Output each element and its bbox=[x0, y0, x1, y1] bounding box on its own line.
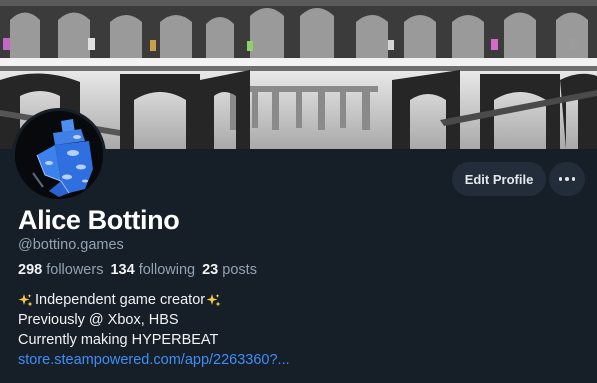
followers-label: followers bbox=[46, 262, 104, 278]
posts-label: posts bbox=[222, 262, 257, 278]
profile-handle: @bottino.games bbox=[18, 237, 124, 253]
bio-link[interactable]: store.steampowered.com/app/2263360?... bbox=[18, 350, 290, 370]
avatar[interactable] bbox=[12, 108, 106, 202]
display-name: Alice Bottino bbox=[18, 205, 180, 235]
bio-text-line-1: Independent game creator bbox=[35, 292, 206, 308]
sparkles-icon bbox=[18, 293, 33, 308]
sparkles-icon bbox=[206, 293, 221, 308]
more-options-button[interactable] bbox=[549, 162, 585, 196]
profile-stats: 298 followers 134 following 23 posts bbox=[18, 262, 257, 278]
following-count: 134 bbox=[110, 262, 135, 278]
followers-count: 298 bbox=[18, 262, 43, 278]
posts-count: 23 bbox=[202, 262, 219, 278]
bio-line-1: Independent game creator bbox=[18, 290, 290, 310]
following-stat[interactable]: 134 following bbox=[110, 262, 195, 278]
profile-bio: Independent game creator Previously @ Xb… bbox=[18, 290, 290, 370]
edit-profile-button[interactable]: Edit Profile bbox=[452, 162, 546, 196]
followers-stat[interactable]: 298 followers bbox=[18, 262, 103, 278]
bio-line-2: Previously @ Xbox, HBS bbox=[18, 312, 179, 328]
posts-stat: 23 posts bbox=[202, 262, 257, 278]
avatar-image bbox=[15, 111, 103, 199]
following-label: following bbox=[138, 262, 196, 278]
bio-line-3: Currently making HYPERBEAT bbox=[18, 332, 219, 348]
ellipsis-icon bbox=[558, 177, 576, 181]
